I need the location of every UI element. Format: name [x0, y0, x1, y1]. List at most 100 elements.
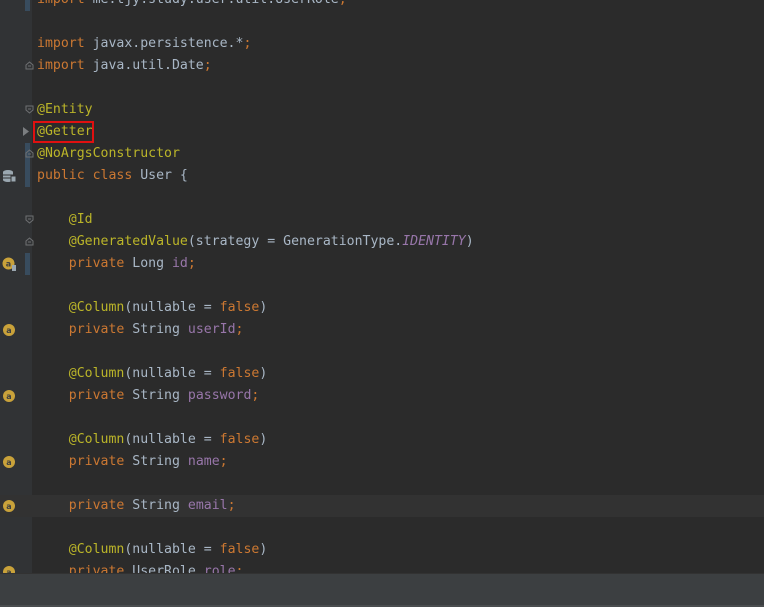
column-icon[interactable]: a [2, 389, 16, 403]
code-token: userId [187, 322, 236, 337]
code-line-text: private String name; [37, 451, 228, 473]
code-token: String [124, 454, 188, 469]
code-token: IDENTITY [402, 234, 466, 249]
code-line[interactable]: import javax.persistence.*; [0, 33, 764, 55]
code-line[interactable] [0, 275, 764, 297]
code-token: ; [203, 58, 212, 73]
code-line-text: import javax.persistence.*; [37, 33, 251, 55]
code-token: ; [187, 256, 196, 271]
code-line[interactable] [0, 473, 764, 495]
code-line[interactable]: private String password; [0, 385, 764, 407]
code-token: private [68, 498, 125, 513]
code-line-text: @Column(nullable = false) [37, 429, 268, 451]
code-token: ) [465, 234, 474, 249]
code-token: import [37, 58, 85, 73]
column-icon[interactable]: a [2, 323, 16, 337]
code-token: (nullable = [124, 432, 220, 447]
code-line-text: @GeneratedValue(strategy = GenerationTyp… [37, 231, 474, 253]
code-line-text: import java.util.Date; [37, 55, 212, 77]
code-line-text: @Column(nullable = false) [37, 297, 268, 319]
code-token: javax.persistence.* [84, 36, 244, 51]
code-token: @GeneratedValue [68, 234, 188, 249]
code-line[interactable] [0, 341, 764, 363]
code-line[interactable]: private UserRole role; [0, 561, 764, 573]
column-icon[interactable]: a [2, 565, 16, 573]
code-line[interactable] [0, 11, 764, 33]
code-token: (strategy = GenerationType. [187, 234, 403, 249]
code-line[interactable]: private String email; [0, 495, 764, 517]
code-token: ; [219, 454, 228, 469]
code-token: false [219, 542, 260, 557]
svg-text:a: a [6, 392, 11, 401]
database-table-icon[interactable] [2, 169, 17, 183]
code-token: private [68, 564, 125, 573]
code-line[interactable] [0, 187, 764, 209]
code-token: false [219, 300, 260, 315]
code-line-text: public class User { [37, 165, 188, 187]
code-editor[interactable]: import me.tjy.study.user.util.UserRole;i… [0, 0, 764, 573]
svg-text:a: a [6, 458, 11, 467]
code-token: import [37, 0, 85, 7]
code-line-text: @Column(nullable = false) [37, 363, 268, 385]
code-token: User { [132, 168, 188, 183]
code-line-text: private UserRole role; [37, 561, 244, 573]
fold-end-icon[interactable] [25, 61, 34, 70]
code-line-text: private String userId; [37, 319, 244, 341]
code-line[interactable]: @Entity [0, 99, 764, 121]
code-token: private [68, 256, 125, 271]
status-bar [0, 573, 764, 607]
code-line-text: private String password; [37, 385, 260, 407]
code-token: (nullable = [124, 366, 220, 381]
code-line[interactable]: private String name; [0, 451, 764, 473]
code-token: ; [339, 0, 347, 7]
fold-start-icon[interactable] [25, 215, 34, 224]
code-token: String [124, 498, 188, 513]
code-token: (nullable = [124, 542, 220, 557]
code-token: ; [251, 388, 260, 403]
code-token: ; [235, 564, 244, 573]
code-token: @Entity [37, 102, 93, 117]
code-line[interactable]: import me.tjy.study.user.util.UserRole; [0, 0, 764, 11]
code-line[interactable] [0, 77, 764, 99]
code-line[interactable]: @Id [0, 209, 764, 231]
code-line[interactable] [0, 407, 764, 429]
code-line[interactable]: @Getter [0, 121, 764, 143]
fold-end-icon[interactable] [25, 149, 34, 158]
fold-end-icon[interactable] [25, 237, 34, 246]
column-icon[interactable]: a [2, 455, 16, 469]
code-line[interactable]: @NoArgsConstructor [0, 143, 764, 165]
getter-highlight-box [33, 121, 94, 143]
code-line[interactable]: import java.util.Date; [0, 55, 764, 77]
fold-start-icon[interactable] [25, 105, 34, 114]
code-token: password [187, 388, 252, 403]
column-icon[interactable]: a [2, 499, 16, 513]
code-line[interactable]: @Column(nullable = false) [0, 363, 764, 385]
code-line-text: @Id [37, 209, 93, 231]
code-line[interactable]: @Column(nullable = false) [0, 297, 764, 319]
code-token: me.tjy.study.user.util.UserRole [85, 0, 339, 7]
code-token: (nullable = [124, 300, 220, 315]
expand-arrow-icon[interactable] [22, 127, 31, 136]
code-line-text: @Entity [37, 99, 93, 121]
code-line[interactable]: @GeneratedValue(strategy = GenerationTyp… [0, 231, 764, 253]
code-token: String [124, 388, 188, 403]
code-line[interactable]: @Column(nullable = false) [0, 539, 764, 561]
code-token: @Column [68, 432, 125, 447]
code-token: import [37, 36, 85, 51]
code-line[interactable]: private Long id; [0, 253, 764, 275]
code-token: private [68, 388, 125, 403]
primary-key-column-icon[interactable]: a [2, 257, 16, 271]
code-line[interactable]: @Column(nullable = false) [0, 429, 764, 451]
code-line[interactable]: private String userId; [0, 319, 764, 341]
code-line[interactable] [0, 517, 764, 539]
code-line-text: private String email; [37, 495, 236, 517]
code-line[interactable]: public class User { [0, 165, 764, 187]
